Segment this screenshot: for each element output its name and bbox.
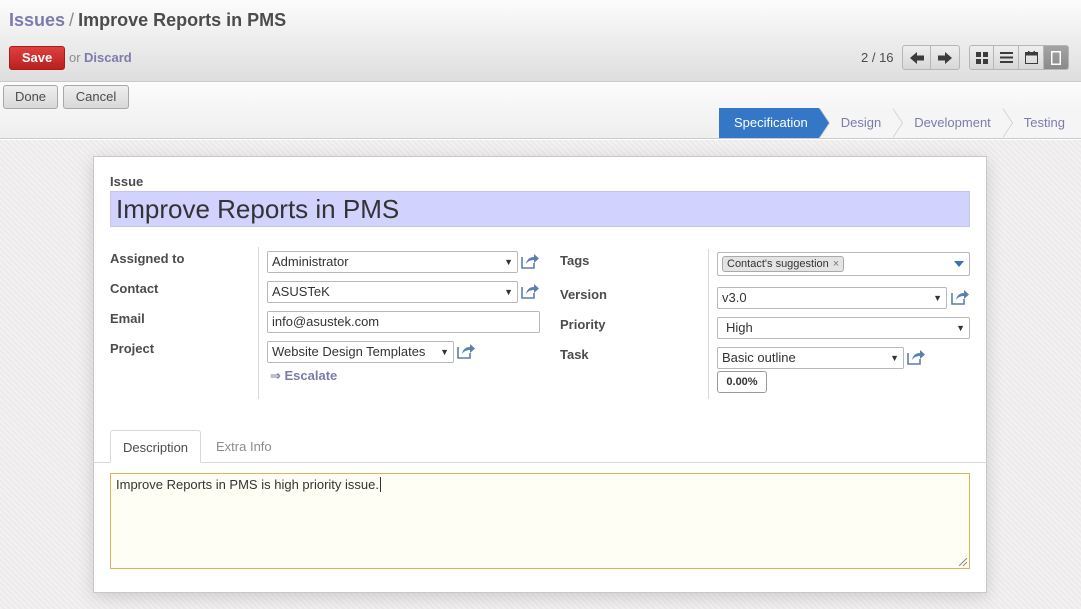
view-switcher — [969, 45, 1069, 70]
external-link-icon[interactable] — [457, 343, 475, 359]
pager-counter: 2 / 16 — [861, 50, 894, 65]
dropdown-caret-icon: ▼ — [933, 293, 942, 303]
kanban-view-icon — [975, 51, 988, 64]
project-value: Website Design Templates — [272, 344, 426, 359]
issue-label: Issue — [110, 174, 144, 189]
contact-value: ASUSTeK — [272, 284, 330, 299]
priority-select[interactable]: High ▼ — [717, 317, 970, 339]
version-label: Version — [560, 287, 607, 302]
breadcrumb: Issues / Improve Reports in PMS — [9, 10, 286, 31]
arrow-right-icon — [938, 51, 952, 64]
dropdown-caret-icon: ▼ — [890, 353, 899, 363]
assigned-to-value: Administrator — [272, 254, 349, 269]
stage-pipeline: Specification Design Development Testing — [719, 108, 1081, 138]
cancel-button[interactable]: Cancel — [63, 85, 129, 109]
dropdown-caret-icon[interactable] — [954, 261, 964, 267]
assigned-to-label: Assigned to — [110, 251, 185, 266]
form-view-button[interactable] — [1044, 45, 1069, 70]
contact-label: Contact — [110, 281, 159, 296]
tags-label: Tags — [560, 253, 590, 268]
breadcrumb-issues-link[interactable]: Issues — [9, 10, 65, 30]
task-progress-badge: 0.00% — [717, 371, 767, 393]
priority-value: High — [726, 320, 753, 335]
external-link-icon[interactable] — [521, 283, 539, 299]
stage-testing[interactable]: Testing — [1001, 108, 1081, 138]
task-select[interactable]: Basic outline ▼ — [717, 347, 904, 369]
project-select[interactable]: Website Design Templates ▼ — [267, 341, 454, 363]
description-text: Improve Reports in PMS is high priority … — [116, 477, 379, 492]
text-cursor — [379, 477, 381, 492]
email-field[interactable]: info@asustek.com — [267, 311, 540, 333]
list-view-icon — [999, 52, 1013, 63]
tag-label: Contact's suggestion — [727, 258, 829, 270]
breadcrumb-current: Improve Reports in PMS — [78, 10, 287, 30]
task-value: Basic outline — [722, 350, 796, 365]
stage-design[interactable]: Design — [818, 108, 904, 138]
tag-remove-icon[interactable]: × — [833, 258, 839, 270]
email-label: Email — [110, 311, 145, 326]
contact-select[interactable]: ASUSTeK ▼ — [267, 281, 518, 303]
breadcrumb-separator: / — [69, 10, 75, 30]
pager-buttons — [902, 45, 960, 70]
tags-field[interactable]: Contact's suggestion × — [717, 252, 970, 276]
resize-grip-icon[interactable] — [959, 558, 967, 566]
version-select[interactable]: v3.0 ▼ — [717, 287, 947, 309]
version-value: v3.0 — [722, 290, 747, 305]
dropdown-caret-icon: ▼ — [504, 257, 513, 267]
stage-specification[interactable]: Specification — [719, 108, 830, 138]
task-label: Task — [560, 347, 589, 362]
kanban-view-button[interactable] — [969, 45, 994, 70]
list-view-button[interactable] — [994, 45, 1019, 70]
dropdown-caret-icon: ▼ — [956, 323, 965, 333]
form-sheet: Issue Improve Reports in PMS Assigned to… — [93, 156, 987, 593]
dropdown-caret-icon: ▼ — [440, 347, 449, 357]
email-value: info@asustek.com — [272, 314, 380, 329]
assigned-to-select[interactable]: Administrator ▼ — [267, 251, 518, 273]
discard-link[interactable]: Discard — [84, 50, 132, 65]
project-label: Project — [110, 341, 155, 356]
tab-description[interactable]: Description — [110, 430, 202, 463]
status-bar: Done Cancel Specification Design Develop… — [0, 82, 1081, 139]
arrow-left-icon — [909, 51, 924, 64]
external-link-icon[interactable] — [907, 349, 925, 365]
column-divider-left — [258, 247, 259, 399]
next-record-button[interactable] — [931, 45, 960, 70]
issue-title-input[interactable]: Improve Reports in PMS — [110, 191, 970, 227]
save-button[interactable]: Save — [9, 46, 65, 70]
escalate-link[interactable]: ⇒ Escalate — [270, 368, 337, 384]
done-button[interactable]: Done — [3, 85, 58, 109]
description-textarea[interactable]: Improve Reports in PMS is high priority … — [110, 473, 970, 569]
column-divider-right — [708, 249, 709, 399]
priority-label: Priority — [560, 317, 606, 332]
or-text: or — [69, 50, 81, 65]
external-link-icon[interactable] — [521, 253, 539, 269]
control-panel: Issues / Improve Reports in PMS Save or Di… — [0, 0, 1081, 82]
stage-development[interactable]: Development — [892, 108, 1013, 138]
tag-chip: Contact's suggestion × — [722, 256, 845, 272]
calendar-view-icon — [1024, 51, 1038, 64]
calendar-view-button[interactable] — [1019, 45, 1044, 70]
dropdown-caret-icon: ▼ — [504, 287, 513, 297]
form-view-icon — [1051, 50, 1061, 65]
previous-record-button[interactable] — [902, 45, 931, 70]
external-link-icon[interactable] — [951, 289, 969, 305]
tab-extra-info[interactable]: Extra Info — [204, 430, 284, 463]
